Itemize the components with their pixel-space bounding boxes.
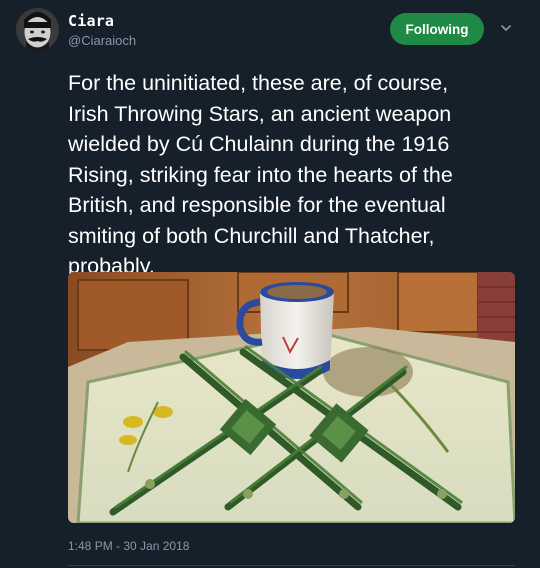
user-handle[interactable]: @Ciaraioch xyxy=(68,33,136,48)
tweet-text-line: wielded by Cú Chulainn during the 1916 xyxy=(68,132,450,156)
tweet-text-line: Irish Throwing Stars, an ancient weapon xyxy=(68,101,452,126)
avatar-image xyxy=(16,8,59,51)
tweet-text-line: Rising, striking fear into the hearts of… xyxy=(68,162,453,187)
tweet-photo[interactable] xyxy=(68,272,515,523)
avatar[interactable] xyxy=(16,8,59,51)
following-button[interactable]: Following xyxy=(390,13,484,45)
brigid-cross-photo xyxy=(68,272,515,523)
tweet-text-line: For the uninitiated, these are, of cours… xyxy=(68,71,449,95)
tweet-card: Ciara @Ciaraioch Following For the unini… xyxy=(0,0,540,568)
tweet-text: For the uninitiated, these are, of cours… xyxy=(68,68,518,282)
divider xyxy=(68,565,515,566)
chevron-down-icon[interactable] xyxy=(498,20,514,36)
tweet-timestamp[interactable]: 1:48 PM - 30 Jan 2018 xyxy=(68,539,189,553)
tweet-text-line: smiting of both Churchill and Thatcher, xyxy=(68,223,435,248)
tweet-text-line: British, and responsible for the eventua… xyxy=(68,193,446,217)
display-name[interactable]: Ciara xyxy=(68,12,114,30)
